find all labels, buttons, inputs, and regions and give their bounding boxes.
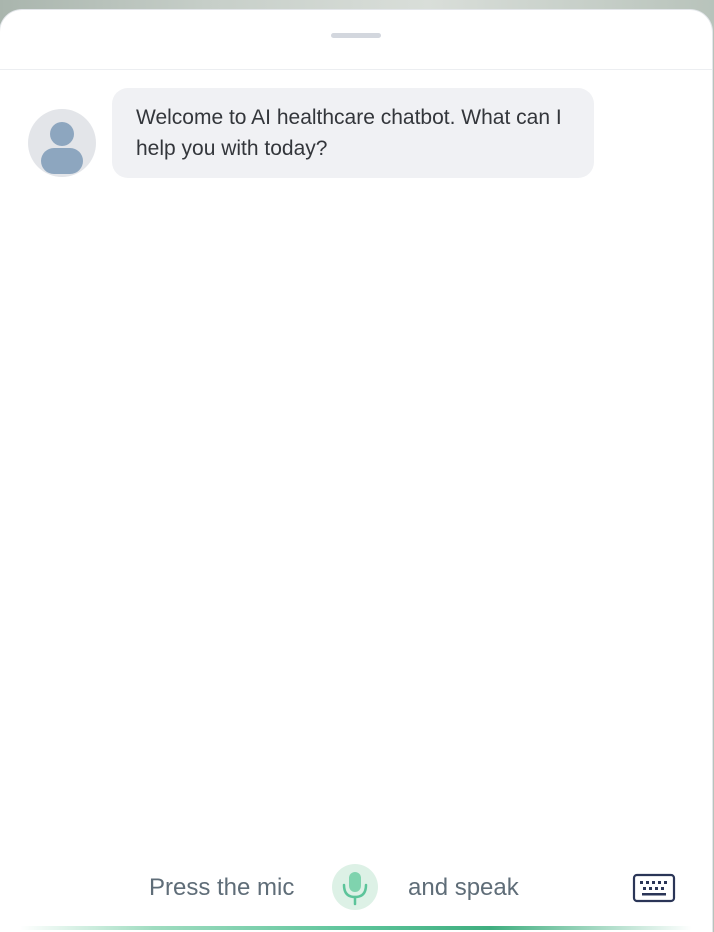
mic-button[interactable] (332, 864, 378, 910)
message-bubble: Welcome to AI healthcare chatbot. What c… (112, 88, 594, 178)
bot-message: Welcome to AI healthcare chatbot. What c… (28, 88, 594, 178)
avatar (28, 109, 96, 177)
sheet-header (0, 10, 712, 70)
voice-hint-prefix: Press the mic (149, 874, 295, 901)
voice-activity-line (20, 926, 692, 930)
keyboard-toggle-button[interactable] (632, 872, 676, 904)
chat-sheet: Welcome to AI healthcare chatbot. What c… (0, 10, 712, 932)
message-list: Welcome to AI healthcare chatbot. What c… (0, 70, 712, 842)
microphone-icon (342, 872, 368, 906)
voice-hint-suffix: and speak (408, 874, 519, 901)
drag-handle[interactable] (331, 33, 381, 38)
voice-input-bar: Press the mic and speak (0, 852, 712, 922)
user-silhouette-icon (41, 122, 83, 174)
keyboard-icon (632, 873, 676, 903)
